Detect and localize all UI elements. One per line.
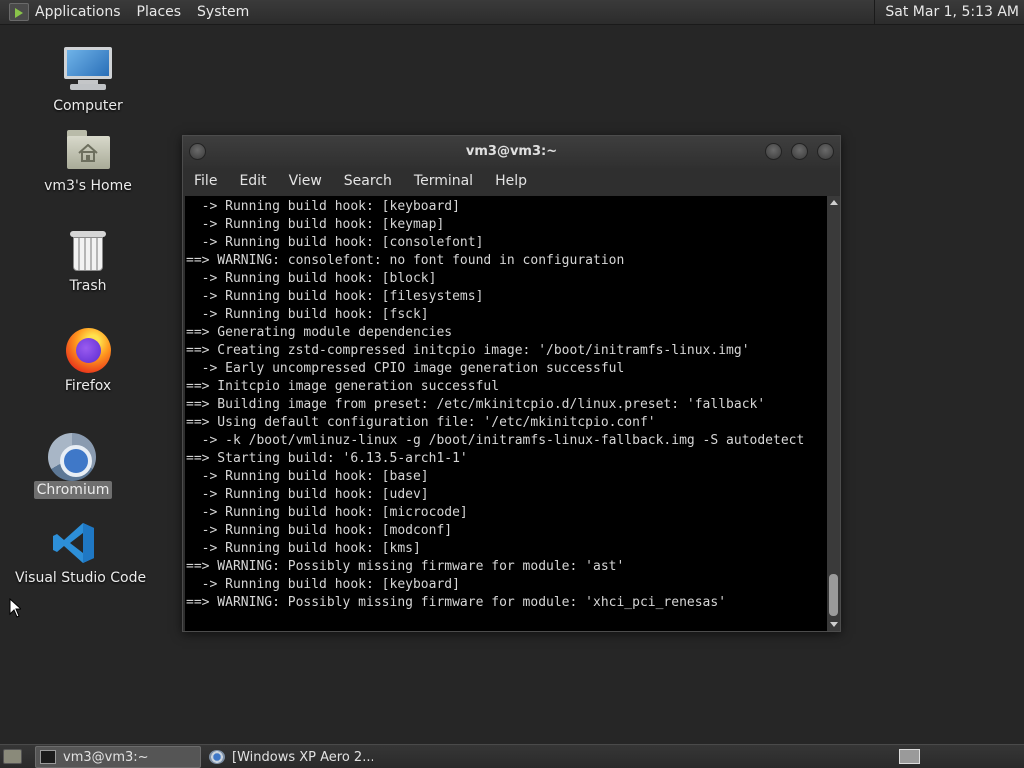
applications-menu-icon[interactable] [9, 3, 29, 21]
desktop-icon-label: vm3's Home [44, 178, 132, 194]
mouse-cursor-icon [9, 598, 21, 618]
terminal-line: -> Running build hook: [block] [186, 271, 437, 286]
terminal-line: -> Running build hook: [microcode] [186, 505, 468, 520]
scroll-down-icon[interactable] [830, 622, 838, 627]
terminal-line: ==> Creating zstd-compressed initcpio im… [186, 343, 750, 358]
terminal-line: -> Running build hook: [fsck] [186, 307, 429, 322]
terminal-line: -> Running build hook: [modconf] [186, 523, 453, 538]
minimize-button[interactable] [765, 143, 782, 160]
menu-view[interactable]: View [278, 168, 333, 195]
menu-edit[interactable]: Edit [228, 168, 277, 195]
bottom-panel: vm3@vm3:~ [Windows XP Aero 2... [0, 744, 1024, 768]
clock[interactable]: Sat Mar 1, 5:13 AM [874, 0, 1024, 25]
desktop-icon-label: Firefox [64, 378, 112, 394]
terminal-menubar: File Edit View Search Terminal Help [183, 168, 840, 195]
terminal-line: ==> WARNING: Possibly missing firmware f… [186, 595, 727, 610]
taskbar-item-label: vm3@vm3:~ [63, 749, 149, 765]
taskbar-item-label: [Windows XP Aero 2... [232, 749, 373, 765]
menu-search[interactable]: Search [333, 168, 403, 195]
terminal-output[interactable]: -> Running build hook: [keyboard] -> Run… [185, 196, 827, 631]
chromium-icon [48, 433, 96, 481]
desktop-icon-label: Trash [69, 278, 107, 294]
terminal-line: -> Running build hook: [keyboard] [186, 577, 460, 592]
terminal-line: -> Early uncompressed CPIO image generat… [186, 361, 625, 376]
top-panel: Applications Places System Sat Mar 1, 5:… [0, 0, 1024, 25]
chromium-icon [209, 750, 225, 764]
vscode-icon [53, 523, 94, 563]
maximize-button[interactable] [791, 143, 808, 160]
window-title: vm3@vm3:~ [465, 144, 558, 159]
terminal-line: -> Running build hook: [kms] [186, 541, 421, 556]
terminal-line: -> Running build hook: [udev] [186, 487, 429, 502]
window-titlebar[interactable]: vm3@vm3:~ [183, 136, 840, 168]
terminal-line: ==> Using default configuration file: '/… [186, 415, 656, 430]
terminal-line: ==> WARNING: consolefont: no font found … [186, 253, 625, 268]
terminal-line: ==> WARNING: Possibly missing firmware f… [186, 559, 625, 574]
computer-icon [64, 47, 112, 79]
places-menu[interactable]: Places [129, 0, 190, 25]
menu-terminal[interactable]: Terminal [403, 168, 484, 195]
desktop-icon-label: Visual Studio Code [15, 570, 147, 586]
desktop-icon-label: Computer [53, 98, 123, 114]
menu-file[interactable]: File [193, 168, 228, 195]
terminal-line: -> Running build hook: [filesystems] [186, 289, 484, 304]
desktop-icon-label: Chromium [33, 481, 113, 499]
terminal-scrollbar[interactable] [827, 196, 840, 631]
taskbar-item-terminal[interactable]: vm3@vm3:~ [35, 746, 201, 768]
terminal-line: -> -k /boot/vmlinuz-linux -g /boot/initr… [186, 433, 805, 448]
terminal-line: ==> Generating module dependencies [186, 325, 453, 340]
applications-menu[interactable]: Applications [33, 0, 129, 25]
system-menu[interactable]: System [189, 0, 257, 25]
menu-help[interactable]: Help [484, 168, 538, 195]
scrollbar-thumb[interactable] [829, 574, 838, 616]
scroll-up-icon[interactable] [830, 200, 838, 205]
terminal-line: -> Running build hook: [consolefont] [186, 235, 484, 250]
workspace-switcher[interactable] [899, 749, 920, 764]
terminal-line: ==> Starting build: '6.13.5-arch1-1' [186, 451, 468, 466]
terminal-line: -> Running build hook: [keyboard] [186, 199, 460, 214]
house-icon [78, 144, 98, 162]
terminal-line: -> Running build hook: [keymap] [186, 217, 445, 232]
close-button[interactable] [817, 143, 834, 160]
terminal-line: ==> Initcpio image generation successful [186, 379, 500, 394]
terminal-line: -> Running build hook: [base] [186, 469, 429, 484]
terminal-window[interactable]: vm3@vm3:~ File Edit View Search Terminal… [182, 135, 841, 632]
terminal-line: ==> Building image from preset: /etc/mki… [186, 397, 766, 412]
show-desktop-icon[interactable] [3, 749, 22, 764]
taskbar-item-chromium[interactable]: [Windows XP Aero 2... [205, 746, 373, 768]
trash-icon [73, 237, 103, 271]
terminal-icon [40, 750, 56, 764]
